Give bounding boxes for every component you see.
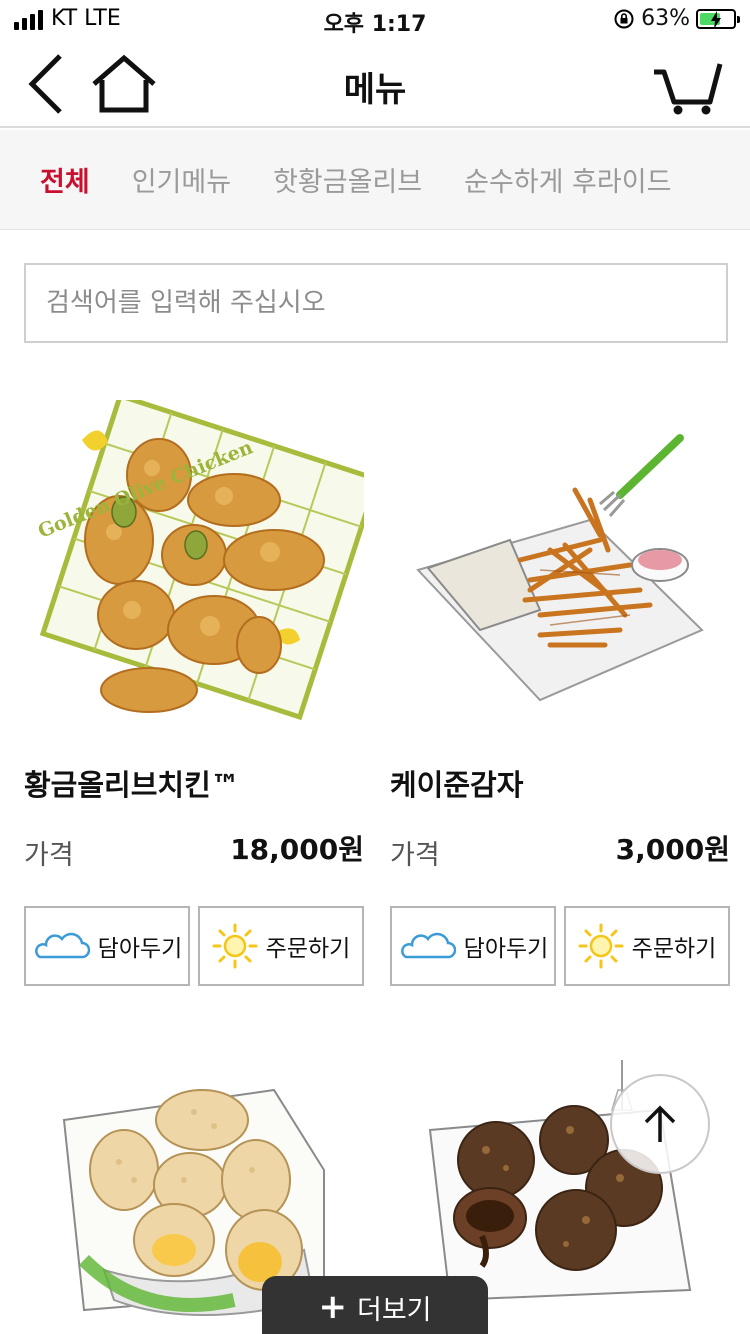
tab-popular[interactable]: 인기메뉴: [132, 160, 231, 199]
order-button[interactable]: 주문하기: [564, 906, 730, 986]
add-to-cart-button[interactable]: 담아두기: [390, 906, 556, 986]
sun-icon: [212, 923, 258, 969]
tab-hot-golden-olive[interactable]: 핫황금올리브: [273, 160, 422, 199]
price-value: 3,000원: [615, 833, 730, 866]
add-to-cart-label: 담아두기: [463, 936, 549, 962]
product-image-chicken[interactable]: Golden Olive Chicken: [24, 400, 364, 720]
product-name[interactable]: 케이준감자: [390, 762, 523, 804]
category-tabs: 전체 인기메뉴 핫황금올리브 순수하게 후라이드: [0, 130, 750, 230]
charging-bolt-icon: [711, 10, 721, 29]
load-more-button[interactable]: + 더보기: [262, 1276, 488, 1334]
search-box: [24, 263, 728, 343]
search-input[interactable]: [26, 265, 726, 341]
tab-pure-fried[interactable]: 순수하게 후라이드: [464, 160, 671, 199]
plus-icon: +: [318, 1287, 347, 1327]
rotation-lock-icon: [614, 9, 634, 28]
order-button[interactable]: 주문하기: [198, 906, 364, 986]
cloud-icon: [34, 932, 90, 959]
product-image-fries[interactable]: [390, 400, 730, 720]
battery-percent: 63%: [641, 6, 690, 31]
status-right: 63%: [613, 6, 740, 31]
arrow-up-icon: [644, 1105, 676, 1142]
product-actions: 담아두기 주문하기: [390, 906, 730, 986]
tab-all[interactable]: 전체: [40, 160, 90, 199]
nav-header: 메뉴: [0, 40, 750, 128]
product-name[interactable]: 황금올리브치킨™: [24, 762, 240, 804]
home-icon[interactable]: [90, 54, 158, 114]
price-value: 18,000원: [230, 833, 364, 866]
price-label: 가격: [390, 840, 440, 871]
sun-icon: [578, 923, 624, 969]
order-label: 주문하기: [265, 936, 351, 962]
cart-icon[interactable]: [652, 58, 724, 116]
load-more-label: 더보기: [356, 1294, 432, 1326]
product-actions: 담아두기 주문하기: [24, 906, 364, 986]
back-icon[interactable]: [24, 52, 68, 116]
add-to-cart-button[interactable]: 담아두기: [24, 906, 190, 986]
add-to-cart-label: 담아두기: [97, 936, 183, 962]
price-label: 가격: [24, 840, 74, 871]
cloud-icon: [400, 932, 456, 959]
battery-icon: [696, 8, 740, 29]
status-bar: KT LTE 오후 1:17 63%: [0, 0, 750, 40]
order-label: 주문하기: [631, 936, 717, 962]
scroll-top-button[interactable]: [610, 1074, 710, 1174]
